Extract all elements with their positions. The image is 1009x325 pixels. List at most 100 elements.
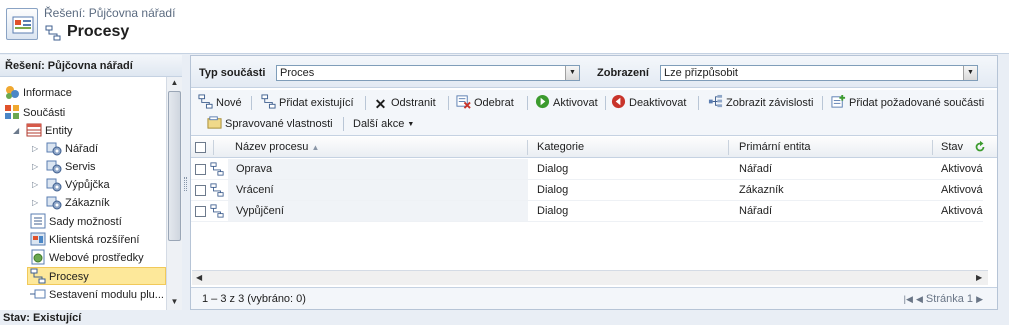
activate-button[interactable]: Aktivovat xyxy=(535,94,598,112)
nav-item-label: Webové prostředky xyxy=(49,252,144,264)
deactivate-label: Deaktivovat xyxy=(629,97,687,109)
cell-category: Dialog xyxy=(537,163,569,175)
nav-item-label: Výpůjčka xyxy=(65,179,110,191)
nav-item-web-resources[interactable]: Webové prostředky xyxy=(30,249,144,267)
cell-name[interactable]: Vrácení xyxy=(236,184,516,196)
expand-arrow-icon[interactable]: ▷ xyxy=(32,198,38,207)
add-required-button[interactable]: Přidat požadované součásti xyxy=(831,94,984,112)
delete-button[interactable]: Odebrat xyxy=(456,94,514,112)
cell-name[interactable]: Vypůjčení xyxy=(236,205,516,217)
next-page-icon[interactable]: ▶ xyxy=(976,294,983,304)
scroll-left-icon[interactable]: ◀ xyxy=(196,273,202,282)
nav-item-label: Informace xyxy=(23,87,72,99)
refresh-icon[interactable] xyxy=(973,140,987,154)
nav-item-label: Procesy xyxy=(49,271,89,283)
column-header-label: Název procesu xyxy=(235,141,309,153)
deactivate-button[interactable]: Deaktivovat xyxy=(611,94,686,112)
filter-bar: Typ součásti Proces ▼ Zobrazení Lze přiz… xyxy=(191,56,997,88)
plugin-assembly-icon xyxy=(30,289,46,299)
component-type-select[interactable]: Proces ▼ xyxy=(276,65,580,81)
cell-status: Aktivován xyxy=(941,205,983,217)
more-actions-button[interactable]: Další akce ▼ xyxy=(353,115,414,133)
collapse-arrow-icon[interactable]: ◢ xyxy=(13,126,19,135)
view-label: Zobrazení xyxy=(597,67,649,79)
nav-item-label: Součásti xyxy=(23,107,66,119)
toolbar-separator xyxy=(527,96,528,110)
sort-ascending-icon: ▲ xyxy=(311,143,320,152)
splitter-grip-icon[interactable] xyxy=(184,177,187,191)
nav-item-vypujcka[interactable]: Výpůjčka xyxy=(46,176,110,194)
nav-item-plugin-assemblies[interactable]: Sestavení modulu plu... xyxy=(30,286,164,304)
pane-splitter[interactable] xyxy=(182,55,189,310)
row-checkbox[interactable] xyxy=(195,185,206,196)
cell-status: Aktivován xyxy=(941,163,983,175)
nav-item-client-extensions[interactable]: Klientská rozšíření xyxy=(30,231,139,249)
dropdown-arrow-icon[interactable]: ▼ xyxy=(565,66,579,80)
horizontal-scrollbar[interactable]: ◀ ▶ xyxy=(192,270,988,285)
nav-item-zakaznik[interactable]: Zákazník xyxy=(46,194,110,212)
add-existing-button[interactable]: Přidat existující xyxy=(261,94,354,112)
row-checkbox[interactable] xyxy=(195,206,206,217)
grid-status-bar: 1 – 3 z 3 (vybráno: 0) |◀ ◀ Stránka 1 ▶ xyxy=(191,287,997,309)
expand-arrow-icon[interactable]: ▷ xyxy=(32,180,38,189)
web-resources-icon xyxy=(31,249,45,265)
nav-item-label: Entity xyxy=(45,125,73,137)
table-row[interactable]: Vrácení Dialog Zákazník Aktivován xyxy=(191,180,983,201)
view-select[interactable]: Lze přizpůsobit ▼ xyxy=(660,65,978,81)
previous-page-icon[interactable]: ◀ xyxy=(916,294,923,304)
column-header-primary-entity[interactable]: Primární entita xyxy=(739,141,811,153)
table-row[interactable]: Vypůjčení Dialog Nářadí Aktivován xyxy=(191,201,983,222)
expand-arrow-icon[interactable]: ▷ xyxy=(32,144,38,153)
nav-item-components[interactable]: Součásti xyxy=(4,104,65,122)
nav-item-entities[interactable]: Entity xyxy=(26,122,73,140)
first-page-icon[interactable]: |◀ xyxy=(904,294,913,304)
select-all-checkbox[interactable] xyxy=(195,142,206,153)
remove-button[interactable]: ✕ Odstranit xyxy=(373,94,436,112)
nav-item-servis[interactable]: Servis xyxy=(46,158,96,176)
nav-item-processes[interactable]: Procesy xyxy=(27,267,166,285)
dropdown-arrow-icon[interactable]: ▼ xyxy=(963,66,977,80)
cell-name[interactable]: Oprava xyxy=(236,163,516,175)
entity-gear-icon xyxy=(46,196,62,210)
managed-properties-icon xyxy=(207,116,222,129)
show-dependencies-button[interactable]: Zobrazit závislosti xyxy=(708,94,813,112)
deactivate-icon xyxy=(611,94,626,109)
entity-gear-icon xyxy=(46,160,62,174)
nav-item-label: Zákazník xyxy=(65,197,110,209)
delete-label: Odebrat xyxy=(474,97,514,109)
scroll-right-icon[interactable]: ▶ xyxy=(976,273,982,282)
column-separator xyxy=(527,140,528,155)
toolbar: Nové Přidat existující ✕ Odstranit Odebra… xyxy=(191,90,997,136)
add-existing-icon xyxy=(261,94,276,109)
expand-arrow-icon[interactable]: ▷ xyxy=(32,162,38,171)
scroll-up-icon[interactable]: ▲ xyxy=(169,78,180,89)
nav-item-label: Servis xyxy=(65,161,96,173)
add-required-label: Přidat požadované součásti xyxy=(849,97,985,109)
nav-item-information[interactable]: Informace xyxy=(4,84,72,102)
add-required-icon xyxy=(831,94,846,108)
delete-icon xyxy=(456,95,471,109)
scroll-down-icon[interactable]: ▼ xyxy=(169,297,180,308)
row-checkbox[interactable] xyxy=(195,164,206,175)
nav-scrollbar[interactable]: ▲ ▼ xyxy=(166,77,182,310)
column-header-status[interactable]: Stav xyxy=(941,141,963,153)
main-content: Typ součásti Proces ▼ Zobrazení Lze přiz… xyxy=(190,55,998,310)
status-text: Stav: Existující xyxy=(3,312,82,324)
toolbar-separator xyxy=(365,96,366,110)
cell-category: Dialog xyxy=(537,205,569,217)
new-button[interactable]: Nové xyxy=(198,94,242,112)
nav-item-option-sets[interactable]: Sady možností xyxy=(30,213,122,231)
nav-item-naradi[interactable]: Nářadí xyxy=(46,140,98,158)
cell-primary-entity: Nářadí xyxy=(739,163,773,175)
scrollbar-thumb[interactable] xyxy=(168,91,181,241)
show-dependencies-label: Zobrazit závislosti xyxy=(726,97,814,109)
page-title: Procesy xyxy=(67,23,130,40)
table-row[interactable]: Oprava Dialog Nářadí Aktivován xyxy=(191,159,983,180)
managed-properties-button[interactable]: Spravované vlastnosti xyxy=(207,115,333,133)
remove-label: Odstranit xyxy=(391,97,436,109)
chevron-down-icon: ▼ xyxy=(407,121,415,128)
activate-label: Aktivovat xyxy=(553,97,598,109)
column-header-name[interactable]: Název procesu ▲ xyxy=(235,141,319,153)
nav-item-label: Sestavení modulu plu... xyxy=(49,289,164,301)
column-header-category[interactable]: Kategorie xyxy=(537,141,584,153)
